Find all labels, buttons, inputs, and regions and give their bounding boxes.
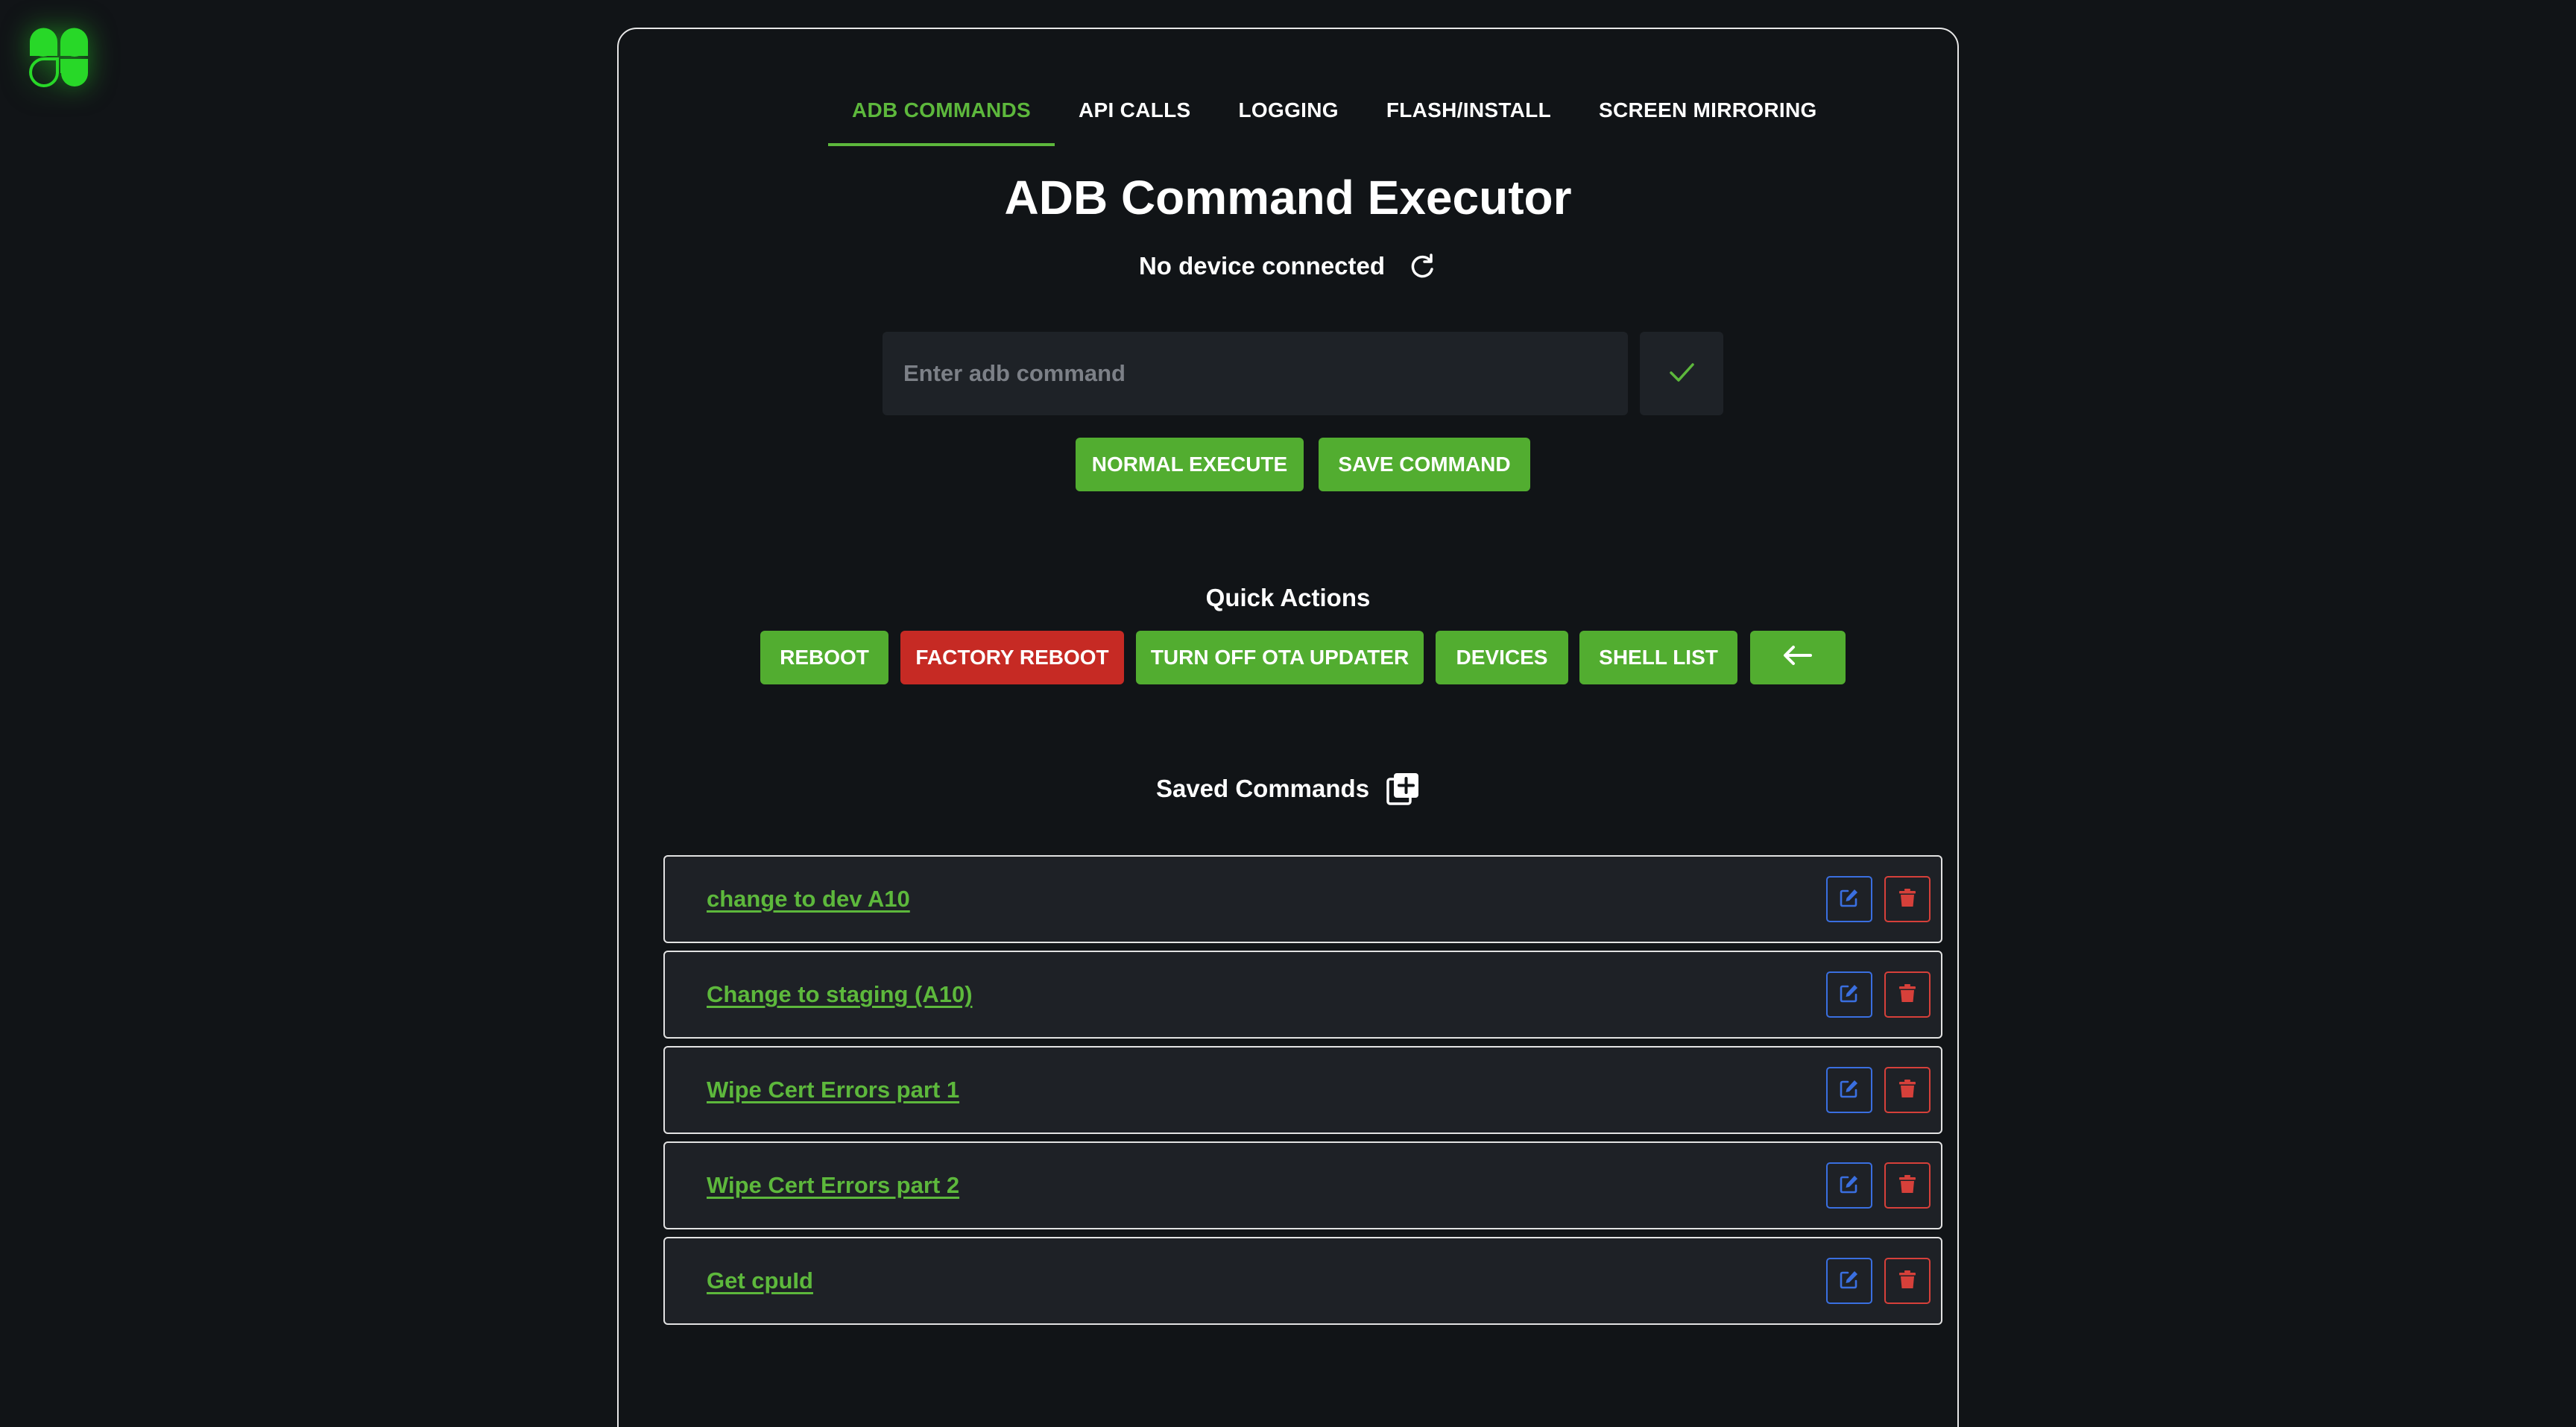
factory-reboot-button[interactable]: FACTORY REBOOT xyxy=(900,631,1124,684)
device-status-row: No device connected xyxy=(0,251,2576,281)
saved-command-item: change to dev A10 xyxy=(663,855,1942,943)
edit-icon xyxy=(1839,983,1860,1007)
normal-execute-button[interactable]: NORMAL EXECUTE xyxy=(1076,438,1304,491)
delete-button[interactable] xyxy=(1884,876,1931,922)
trash-icon xyxy=(1897,1269,1918,1294)
saved-command-item: Get cpuId xyxy=(663,1237,1942,1325)
saved-commands-header: Saved Commands xyxy=(0,772,2576,806)
arrow-left-icon xyxy=(1782,644,1813,672)
device-status-text: No device connected xyxy=(1138,252,1386,280)
back-button[interactable] xyxy=(1750,631,1846,684)
shell-list-button[interactable]: SHELL LIST xyxy=(1579,631,1737,684)
saved-commands-title: Saved Commands xyxy=(1155,775,1370,802)
add-box-icon[interactable] xyxy=(1386,772,1420,806)
tab-flash-install[interactable]: FLASH/INSTALL xyxy=(1363,82,1575,146)
trash-icon xyxy=(1897,887,1918,912)
delete-button[interactable] xyxy=(1884,1162,1931,1209)
edit-icon xyxy=(1839,1269,1860,1294)
saved-command-item: Wipe Cert Errors part 1 xyxy=(663,1046,1942,1134)
trash-icon xyxy=(1897,983,1918,1007)
adb-command-input[interactable] xyxy=(883,332,1628,415)
confirm-command-button[interactable] xyxy=(1640,332,1723,415)
saved-command-link[interactable]: Get cpuId xyxy=(707,1238,813,1323)
trash-icon xyxy=(1897,1078,1918,1103)
edit-icon xyxy=(1839,887,1860,912)
tab-api-calls[interactable]: API CALLS xyxy=(1055,82,1214,146)
reboot-button[interactable]: REBOOT xyxy=(760,631,888,684)
edit-icon xyxy=(1839,1174,1860,1198)
edit-button[interactable] xyxy=(1826,876,1872,922)
check-icon xyxy=(1667,357,1696,391)
delete-button[interactable] xyxy=(1884,1067,1931,1113)
saved-command-link[interactable]: Wipe Cert Errors part 2 xyxy=(707,1143,959,1228)
turn-off-ota-updater-button[interactable]: TURN OFF OTA UPDATER xyxy=(1136,631,1424,684)
saved-command-item: Wipe Cert Errors part 2 xyxy=(663,1141,1942,1229)
saved-command-link[interactable]: change to dev A10 xyxy=(707,857,910,942)
saved-command-link[interactable]: Change to staging (A10) xyxy=(707,952,973,1037)
edit-icon xyxy=(1839,1078,1860,1103)
delete-button[interactable] xyxy=(1884,971,1931,1018)
tab-adb-commands[interactable]: ADB COMMANDS xyxy=(828,82,1055,146)
save-command-button[interactable]: SAVE COMMAND xyxy=(1319,438,1530,491)
devices-button[interactable]: DEVICES xyxy=(1436,631,1568,684)
tab-bar: ADB COMMANDS API CALLS LOGGING FLASH/INS… xyxy=(828,82,1841,146)
tab-logging[interactable]: LOGGING xyxy=(1215,82,1363,146)
refresh-icon[interactable] xyxy=(1407,251,1437,281)
saved-command-link[interactable]: Wipe Cert Errors part 1 xyxy=(707,1048,959,1133)
page-title: ADB Command Executor xyxy=(1004,171,1572,224)
edit-button[interactable] xyxy=(1826,1162,1872,1209)
tab-screen-mirroring[interactable]: SCREEN MIRRORING xyxy=(1575,82,1841,146)
delete-button[interactable] xyxy=(1884,1258,1931,1304)
edit-button[interactable] xyxy=(1826,1067,1872,1113)
quick-actions-title: Quick Actions xyxy=(1205,584,1371,611)
saved-command-item: Change to staging (A10) xyxy=(663,951,1942,1039)
clover-logo-icon[interactable] xyxy=(28,27,89,88)
page: ADB COMMANDS API CALLS LOGGING FLASH/INS… xyxy=(0,0,2576,1427)
edit-button[interactable] xyxy=(1826,971,1872,1018)
trash-icon xyxy=(1897,1174,1918,1198)
saved-commands-list: change to dev A10 Change to staging (A10… xyxy=(663,855,1942,1332)
edit-button[interactable] xyxy=(1826,1258,1872,1304)
